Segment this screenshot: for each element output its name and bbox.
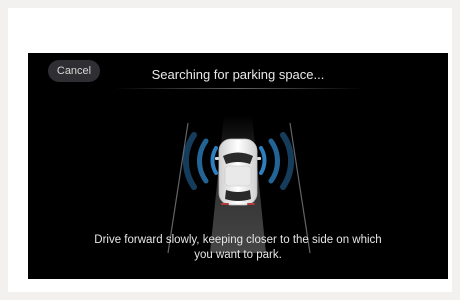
car-top-view-icon: [215, 138, 261, 206]
screenshot-frame: Cancel Searching for parking space... Dr…: [8, 8, 452, 292]
instruction-line-2: you want to park.: [194, 249, 282, 261]
instruction-text: Drive forward slowly, keeping closer to …: [58, 233, 418, 263]
sensor-waves-left-icon: [182, 132, 218, 190]
sensor-waves-right-icon: [259, 132, 295, 190]
parking-assist-screen: Cancel Searching for parking space... Dr…: [28, 53, 448, 279]
instruction-line-1: Drive forward slowly, keeping closer to …: [94, 234, 382, 246]
